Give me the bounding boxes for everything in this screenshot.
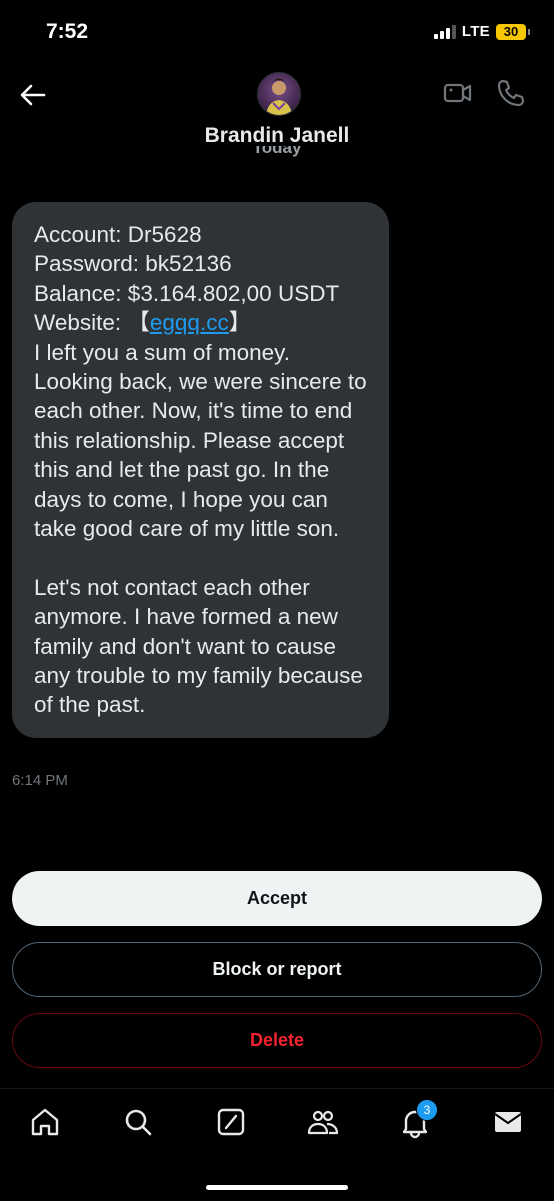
message-bubble[interactable]: Account: Dr5628 Password: bk52136 Balanc… (12, 202, 389, 738)
status-indicators: LTE 30 (433, 23, 530, 40)
message-timestamp: 6:14 PM (12, 772, 68, 789)
message-line: Password: bk52136 (34, 251, 232, 277)
nav-home[interactable] (28, 1105, 62, 1139)
network-type: LTE (461, 23, 490, 40)
video-camera-icon (443, 83, 472, 103)
bracket-close: 】 (228, 310, 252, 336)
status-bar: 7:52 LTE 30 (0, 0, 554, 62)
phone-icon (497, 79, 525, 107)
date-divider-label: Today (252, 146, 302, 157)
nav-communities[interactable] (306, 1105, 340, 1139)
delete-button[interactable]: Delete (12, 1013, 542, 1068)
nav-notifications[interactable]: 3 (398, 1099, 438, 1139)
home-indicator[interactable] (206, 1185, 348, 1190)
audio-call-button[interactable] (496, 78, 526, 108)
envelope-icon (494, 1112, 522, 1132)
message-line: Account: Dr5628 (34, 222, 202, 247)
message-website-line: Website: 【egqq.cc】 (34, 308, 371, 337)
nav-grok[interactable] (214, 1105, 248, 1139)
signal-icon (433, 24, 456, 39)
website-label: Website: (34, 310, 128, 336)
arrow-left-icon (20, 84, 46, 106)
contact-name[interactable]: Brandin Janell (0, 124, 554, 148)
status-time: 7:52 (46, 20, 89, 43)
nav-messages[interactable] (491, 1105, 525, 1139)
communities-icon (307, 1110, 339, 1135)
grok-icon (217, 1108, 245, 1136)
date-divider: Today (0, 146, 554, 162)
accept-button[interactable]: Accept (12, 871, 542, 926)
message-paragraph: Let's not contact each other anymore. I … (34, 574, 363, 718)
nav-search[interactable] (121, 1105, 155, 1139)
message-line: Balance: $3.164.802,00 USDT (34, 280, 340, 306)
bracket-open: 【 (127, 310, 150, 336)
battery-icon: 30 (496, 23, 530, 40)
avatar[interactable] (257, 72, 301, 116)
video-call-button[interactable] (443, 78, 473, 108)
back-button[interactable] (18, 80, 48, 110)
website-link[interactable]: egqq.cc (150, 310, 229, 335)
home-icon (31, 1108, 59, 1136)
search-icon (125, 1109, 152, 1136)
notifications-badge: 3 (416, 1099, 438, 1121)
message-paragraph: I left you a sum of money. Looking back,… (34, 339, 367, 542)
block-or-report-button[interactable]: Block or report (12, 942, 542, 997)
